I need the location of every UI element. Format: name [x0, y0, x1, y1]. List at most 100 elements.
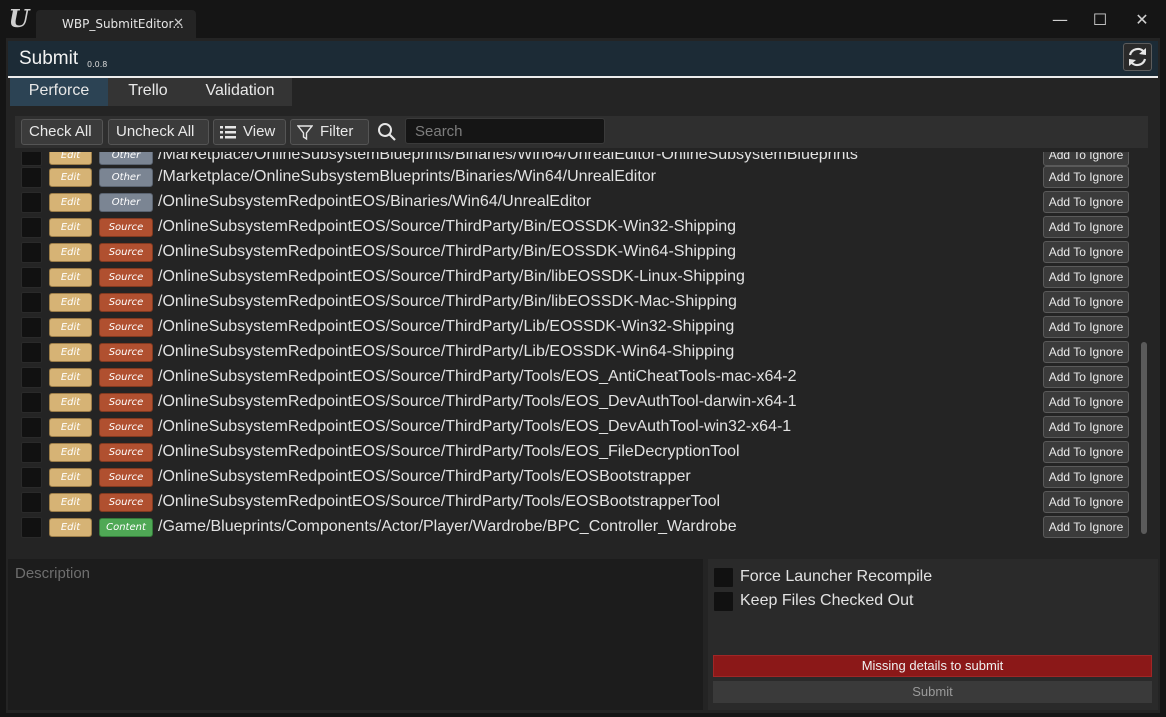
- file-row[interactable]: Edit Source/OnlineSubsystemRedpointEOS/So…: [15, 390, 1148, 415]
- add-to-ignore-button[interactable]: Add To Ignore: [1043, 316, 1129, 338]
- tab-perforce[interactable]: Perforce: [10, 78, 108, 106]
- options-panel: Force Launcher Recompile Keep Files Chec…: [708, 559, 1158, 710]
- file-row[interactable]: Edit Other/Marketplace/OnlineSubsystemBlu…: [15, 165, 1148, 190]
- minimize-button[interactable]: —: [1048, 9, 1072, 31]
- file-checkbox[interactable]: [21, 392, 42, 413]
- file-type-badge: Source: [99, 393, 153, 412]
- file-row[interactable]: Edit Source/OnlineSubsystemRedpointEOS/So…: [15, 465, 1148, 490]
- file-path: /OnlineSubsystemRedpointEOS/Source/Third…: [158, 318, 735, 335]
- add-to-ignore-button[interactable]: Add To Ignore: [1043, 391, 1129, 413]
- submit-button[interactable]: Submit: [713, 681, 1152, 703]
- file-checkbox[interactable]: [21, 167, 42, 188]
- keep-checked-out-checkbox[interactable]: [713, 591, 734, 612]
- refresh-button[interactable]: [1123, 43, 1152, 71]
- add-to-ignore-button[interactable]: Add To Ignore: [1043, 516, 1129, 538]
- add-to-ignore-button[interactable]: Add To Ignore: [1043, 152, 1129, 166]
- filter-button[interactable]: Filter: [290, 119, 369, 145]
- add-to-ignore-button[interactable]: Add To Ignore: [1043, 341, 1129, 363]
- check-all-label: Check All: [29, 123, 92, 140]
- title-bar: U WBP_SubmitEditor... ✕ — ☐ ✕: [0, 0, 1166, 38]
- file-type-badge: Other: [99, 168, 153, 187]
- file-path: /OnlineSubsystemRedpointEOS/Source/Third…: [158, 343, 735, 360]
- tab-trello[interactable]: Trello: [108, 78, 188, 106]
- add-to-ignore-button[interactable]: Add To Ignore: [1043, 466, 1129, 488]
- missing-details-warning: Missing details to submit: [713, 655, 1152, 677]
- file-checkbox[interactable]: [21, 417, 42, 438]
- search-input[interactable]: [406, 119, 604, 143]
- edit-badge: Edit: [49, 443, 92, 462]
- add-to-ignore-button[interactable]: Add To Ignore: [1043, 291, 1129, 313]
- file-checkbox[interactable]: [21, 367, 42, 388]
- file-type-badge: Content: [99, 518, 153, 537]
- file-checkbox[interactable]: [21, 242, 42, 263]
- description-input[interactable]: [8, 559, 703, 710]
- file-checkbox[interactable]: [21, 342, 42, 363]
- file-checkbox[interactable]: [21, 442, 42, 463]
- file-checkbox[interactable]: [21, 517, 42, 538]
- file-row[interactable]: Edit Source/OnlineSubsystemRedpointEOS/So…: [15, 340, 1148, 365]
- file-type-badge: Source: [99, 243, 153, 262]
- file-row[interactable]: Edit Source/OnlineSubsystemRedpointEOS/So…: [15, 315, 1148, 340]
- force-recompile-checkbox[interactable]: [713, 567, 734, 588]
- add-to-ignore-button[interactable]: Add To Ignore: [1043, 366, 1129, 388]
- tab-validation[interactable]: Validation: [188, 78, 292, 106]
- file-row[interactable]: Edit Source/OnlineSubsystemRedpointEOS/So…: [15, 240, 1148, 265]
- file-list[interactable]: Edit Other/Marketplace/OnlineSubsystemBlu…: [15, 152, 1148, 542]
- list-scrollbar[interactable]: [1141, 342, 1147, 534]
- file-type-badge: Source: [99, 293, 153, 312]
- toolbar: Check All Uncheck All View Filter: [15, 116, 1148, 148]
- file-type-badge: Source: [99, 493, 153, 512]
- file-row[interactable]: Edit Source/OnlineSubsystemRedpointEOS/So…: [15, 415, 1148, 440]
- file-checkbox[interactable]: [21, 267, 42, 288]
- add-to-ignore-button[interactable]: Add To Ignore: [1043, 441, 1129, 463]
- file-checkbox[interactable]: [21, 292, 42, 313]
- file-path: /OnlineSubsystemRedpointEOS/Source/Third…: [158, 393, 797, 410]
- file-path: /OnlineSubsystemRedpointEOS/Source/Third…: [158, 293, 737, 310]
- add-to-ignore-button[interactable]: Add To Ignore: [1043, 416, 1129, 438]
- add-to-ignore-button[interactable]: Add To Ignore: [1043, 191, 1129, 213]
- file-checkbox[interactable]: [21, 467, 42, 488]
- search-icon: [378, 123, 396, 141]
- file-type-badge: Other: [99, 193, 153, 212]
- file-row[interactable]: Edit Source/OnlineSubsystemRedpointEOS/So…: [15, 365, 1148, 390]
- file-row[interactable]: Edit Content/Game/Blueprints/Components/A…: [15, 515, 1148, 540]
- file-type-badge: Source: [99, 443, 153, 462]
- edit-badge: Edit: [49, 418, 92, 437]
- file-path: /Marketplace/OnlineSubsystemBlueprints/B…: [158, 168, 656, 185]
- edit-badge: Edit: [49, 268, 92, 287]
- document-tab-title: WBP_SubmitEditor...: [62, 17, 184, 31]
- close-tab-icon[interactable]: ✕: [173, 16, 184, 31]
- check-all-button[interactable]: Check All: [21, 119, 103, 145]
- file-checkbox[interactable]: [21, 152, 42, 166]
- file-row[interactable]: Edit Source/OnlineSubsystemRedpointEOS/So…: [15, 490, 1148, 515]
- edit-badge: Edit: [49, 493, 92, 512]
- file-checkbox[interactable]: [21, 217, 42, 238]
- maximize-button[interactable]: ☐: [1088, 9, 1112, 31]
- file-checkbox[interactable]: [21, 492, 42, 513]
- file-path: /Marketplace/OnlineSubsystemBlueprints/B…: [158, 152, 858, 163]
- add-to-ignore-button[interactable]: Add To Ignore: [1043, 166, 1129, 188]
- file-checkbox[interactable]: [21, 317, 42, 338]
- file-checkbox[interactable]: [21, 192, 42, 213]
- file-row[interactable]: Edit Source/OnlineSubsystemRedpointEOS/So…: [15, 215, 1148, 240]
- add-to-ignore-button[interactable]: Add To Ignore: [1043, 266, 1129, 288]
- add-to-ignore-button[interactable]: Add To Ignore: [1043, 491, 1129, 513]
- uncheck-all-button[interactable]: Uncheck All: [108, 119, 209, 145]
- add-to-ignore-button[interactable]: Add To Ignore: [1043, 241, 1129, 263]
- file-row[interactable]: Edit Source/OnlineSubsystemRedpointEOS/So…: [15, 265, 1148, 290]
- file-row[interactable]: Edit Other/OnlineSubsystemRedpointEOS/Bin…: [15, 190, 1148, 215]
- filter-icon: [297, 125, 313, 141]
- file-type-badge: Source: [99, 268, 153, 287]
- add-to-ignore-button[interactable]: Add To Ignore: [1043, 216, 1129, 238]
- file-type-badge: Other: [99, 152, 153, 165]
- view-button[interactable]: View: [213, 119, 286, 145]
- edit-badge: Edit: [49, 343, 92, 362]
- file-row[interactable]: Edit Source/OnlineSubsystemRedpointEOS/So…: [15, 290, 1148, 315]
- uncheck-all-label: Uncheck All: [116, 123, 195, 140]
- document-tab[interactable]: WBP_SubmitEditor... ✕: [36, 10, 196, 38]
- file-row[interactable]: Edit Source/OnlineSubsystemRedpointEOS/So…: [15, 440, 1148, 465]
- close-window-button[interactable]: ✕: [1130, 9, 1154, 31]
- page-title: Submit: [19, 48, 79, 69]
- version-label: 0.0.8: [87, 60, 108, 69]
- file-path: /OnlineSubsystemRedpointEOS/Source/Third…: [158, 418, 792, 435]
